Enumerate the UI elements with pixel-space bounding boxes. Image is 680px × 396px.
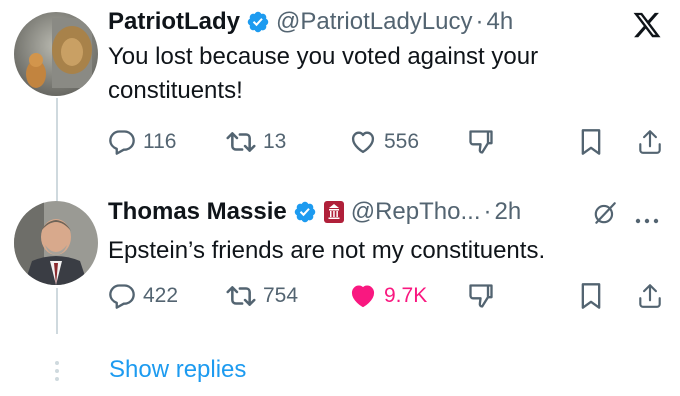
tweet-text: Epstein’s friends are not my constituent… bbox=[108, 237, 546, 264]
thread-line bbox=[56, 288, 58, 334]
bookmark-button[interactable] bbox=[579, 282, 603, 310]
reply-count: 422 bbox=[143, 284, 179, 307]
bookmark-icon bbox=[581, 283, 601, 309]
like-button[interactable]: 556 bbox=[349, 128, 419, 156]
share-button[interactable] bbox=[637, 282, 663, 310]
repost-count: 754 bbox=[263, 284, 299, 307]
share-icon bbox=[639, 284, 661, 308]
tweet-header: PatriotLady @PatriotLadyLucy · 4h bbox=[108, 8, 513, 36]
dislike-button[interactable] bbox=[467, 128, 495, 156]
show-replies-link[interactable]: Show replies bbox=[109, 356, 246, 384]
like-icon bbox=[351, 285, 375, 308]
verified-badge-icon bbox=[293, 200, 317, 224]
share-icon bbox=[639, 130, 661, 154]
avatar-thomas-massie[interactable] bbox=[14, 201, 98, 285]
x-logo-icon[interactable] bbox=[632, 10, 662, 40]
author-name[interactable]: PatriotLady bbox=[108, 8, 240, 36]
repost-button[interactable]: 754 bbox=[226, 282, 298, 310]
thread-line bbox=[56, 98, 58, 208]
tweet-header: Thomas Massie @RepTho... · 2h bbox=[108, 198, 521, 226]
verified-badge-icon bbox=[246, 10, 270, 34]
author-handle[interactable]: @RepTho... bbox=[351, 198, 481, 226]
repost-icon bbox=[226, 132, 256, 152]
bookmark-button[interactable] bbox=[579, 128, 603, 156]
more-icon[interactable] bbox=[634, 212, 660, 224]
separator: · bbox=[475, 8, 484, 35]
timestamp[interactable]: 2h bbox=[494, 198, 521, 226]
avatar-patriotlady[interactable] bbox=[14, 12, 98, 96]
dislike-button[interactable] bbox=[467, 282, 495, 310]
grok-icon[interactable] bbox=[592, 200, 618, 226]
tweet-text: You lost because you voted against your … bbox=[108, 43, 539, 104]
reply-button[interactable]: 422 bbox=[108, 282, 178, 310]
reply-icon bbox=[109, 130, 135, 155]
reply-icon bbox=[109, 284, 135, 309]
bookmark-icon bbox=[581, 129, 601, 155]
author-handle[interactable]: @PatriotLadyLucy bbox=[276, 8, 472, 36]
timestamp[interactable]: 4h bbox=[487, 8, 514, 36]
reply-button[interactable]: 116 bbox=[108, 128, 176, 156]
government-badge-icon bbox=[323, 200, 345, 224]
repost-icon bbox=[226, 286, 256, 306]
like-count: 556 bbox=[384, 130, 420, 153]
dislike-icon bbox=[469, 130, 493, 154]
like-icon bbox=[351, 131, 375, 154]
like-count: 9.7K bbox=[384, 284, 428, 307]
thread-more-dots-icon bbox=[53, 360, 61, 382]
reply-count: 116 bbox=[143, 130, 177, 153]
repost-button[interactable]: 13 bbox=[226, 128, 286, 156]
repost-count: 13 bbox=[263, 130, 287, 153]
share-button[interactable] bbox=[637, 128, 663, 156]
like-button[interactable]: 9.7K bbox=[349, 282, 427, 310]
dislike-icon bbox=[469, 284, 493, 308]
author-name[interactable]: Thomas Massie bbox=[108, 198, 287, 226]
separator: · bbox=[483, 198, 492, 225]
